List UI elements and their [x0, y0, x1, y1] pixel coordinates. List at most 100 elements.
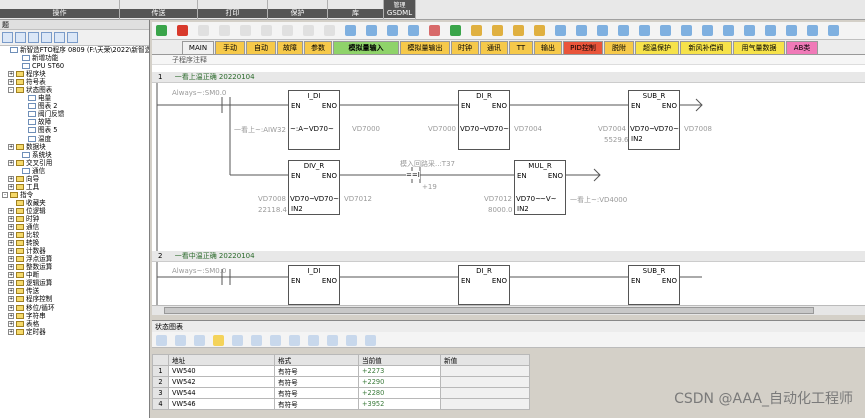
tree-item[interactable]: 故障 [0, 118, 149, 126]
tree-item[interactable]: + 定时器 [0, 328, 149, 336]
toolbar-button-icon[interactable] [219, 25, 230, 36]
tree-expander-icon[interactable]: + [8, 216, 14, 222]
ribbon-group-gsdml[interactable]: 管理 GSDML [384, 0, 416, 20]
tree-item[interactable]: + 位逻辑 [0, 207, 149, 215]
tree-item[interactable]: + 比较 [0, 231, 149, 239]
table-row[interactable]: 1 VW540 有符号 +2273 [152, 365, 530, 377]
instruction-box-sub-r[interactable]: SUB_R EN ENO IN2 [628, 90, 680, 150]
tree-item[interactable]: 新智造FTO程序 0809 (F:\天荣\2022\新智造\ [0, 46, 149, 54]
tree-expander-icon[interactable]: + [8, 272, 14, 279]
ribbon-group-print[interactable]: 打印 [198, 0, 268, 20]
toolbar-button-icon[interactable] [534, 25, 545, 36]
toolbar-button-icon[interactable] [660, 25, 671, 36]
tab-13[interactable]: 超温保护 [635, 41, 679, 54]
tab-4[interactable]: 参数 [304, 41, 332, 54]
tab-6[interactable]: 模拟量输出 [400, 41, 450, 54]
tree-expander-icon[interactable]: + [8, 328, 14, 335]
tree-expander-icon[interactable]: + [8, 232, 14, 239]
toolbar-button-icon[interactable] [198, 25, 209, 36]
tree-item[interactable]: 收藏夹 [0, 199, 149, 207]
toolbar-button-icon[interactable] [492, 25, 503, 36]
toolbar-button-icon[interactable] [807, 25, 818, 36]
tree-item[interactable]: 图表 5 [0, 126, 149, 134]
tree-item[interactable]: - 状态图表 [0, 86, 149, 94]
instruction-box-i-di[interactable]: I_DI EN ENO [288, 265, 340, 305]
tree-item[interactable]: + 程序块 [0, 70, 149, 78]
toolbar-button-icon[interactable] [303, 25, 314, 36]
tree-expander-icon[interactable]: + [8, 159, 14, 166]
tree-expander-icon[interactable]: + [8, 312, 14, 319]
toolbar-button-icon[interactable] [765, 25, 776, 36]
tree-expander-icon[interactable]: + [8, 224, 14, 231]
status-chart-tool-icon[interactable] [346, 335, 357, 346]
toolbar-button-icon[interactable] [429, 25, 440, 36]
tree-item[interactable]: 阀门反馈 [0, 110, 149, 118]
ribbon-group-protect[interactable]: 保护 [268, 0, 328, 20]
status-chart-tool-icon[interactable] [289, 335, 300, 346]
tree-item[interactable]: + 工具 [0, 183, 149, 191]
instruction-box-sub-r[interactable]: SUB_R EN ENO [628, 265, 680, 305]
toolbar-button-icon[interactable] [681, 25, 692, 36]
ribbon-group-library[interactable]: 库 [328, 0, 384, 20]
tree-item[interactable]: + 计数器 [0, 247, 149, 255]
tab-8[interactable]: 通讯 [480, 41, 508, 54]
tree-expander-icon[interactable]: + [8, 248, 14, 255]
network-header[interactable]: 1 一看上温正确 20220104 [152, 72, 865, 83]
table-row[interactable]: 4 VW546 有符号 +3952 [152, 398, 530, 410]
tree-item[interactable]: 系统块 [0, 151, 149, 159]
editor-horizontal-scrollbar[interactable] [152, 305, 865, 315]
status-chart-tool-icon[interactable] [270, 335, 281, 346]
tree-item[interactable]: + 表格 [0, 320, 149, 328]
tree-expander-icon[interactable]: + [8, 296, 14, 303]
toolbar-button-icon[interactable] [240, 25, 251, 36]
tree-item[interactable]: + 向导 [0, 175, 149, 183]
tab-2[interactable]: 自动 [246, 41, 276, 54]
scrollbar-thumb[interactable] [164, 307, 814, 314]
tab-3[interactable]: 故障 [277, 41, 303, 54]
tree-expander-icon[interactable]: - [8, 87, 14, 94]
tree-item[interactable]: 新增功能 [0, 54, 149, 62]
tree-expander-icon[interactable]: + [8, 79, 14, 86]
toolbar-button-icon[interactable] [345, 25, 356, 36]
instruction-box-div-r[interactable]: DIV_R EN ENO IN2 [288, 160, 340, 215]
tree-expander-icon[interactable]: - [2, 191, 8, 198]
tree-item[interactable]: + 逻辑运算 [0, 279, 149, 287]
toolbar-button-icon[interactable] [618, 25, 629, 36]
tab-5[interactable]: 模拟量输入 [333, 41, 399, 54]
toolbar-button-icon[interactable] [723, 25, 734, 36]
cell-new[interactable] [440, 376, 530, 388]
tree-tool-icon[interactable] [67, 32, 78, 43]
cell-new[interactable] [440, 387, 530, 399]
tree-item[interactable]: 通信 [0, 167, 149, 175]
status-chart-tool-icon[interactable] [365, 335, 376, 346]
toolbar-button-icon[interactable] [639, 25, 650, 36]
tree-item[interactable]: + 转换 [0, 239, 149, 247]
tree-item[interactable]: - 指令 [0, 191, 149, 199]
status-chart-tool-icon[interactable] [232, 335, 243, 346]
tree-tool-icon[interactable] [2, 32, 13, 43]
status-chart-tool-icon[interactable] [308, 335, 319, 346]
status-chart-tool-icon[interactable] [213, 335, 224, 346]
tree-item[interactable]: + 字符串 [0, 312, 149, 320]
toolbar-button-icon[interactable] [702, 25, 713, 36]
status-chart-tool-icon[interactable] [194, 335, 205, 346]
instruction-box-mul-r[interactable]: MUL_R EN ENO IN2 [514, 160, 566, 215]
toolbar-button-icon[interactable] [408, 25, 419, 36]
tab-0[interactable]: MAIN [182, 41, 214, 54]
toolbar-button-icon[interactable] [513, 25, 524, 36]
tree-item[interactable]: + 交叉引用 [0, 159, 149, 167]
tree-item[interactable]: + 整数运算 [0, 263, 149, 271]
status-chart-tool-icon[interactable] [156, 335, 167, 346]
table-row[interactable]: 2 VW542 有符号 +2290 [152, 376, 530, 388]
ribbon-group-transfer[interactable]: 传送 [120, 0, 198, 20]
tree-expander-icon[interactable]: + [8, 71, 14, 78]
tree-expander-icon[interactable]: + [8, 264, 14, 271]
subroutine-comment[interactable]: 子程序注释 [152, 55, 865, 65]
tree-tool-icon[interactable] [41, 32, 52, 43]
tab-11[interactable]: PID控制 [563, 41, 603, 54]
tree-expander-icon[interactable]: + [8, 256, 14, 263]
tree-tool-icon[interactable] [28, 32, 39, 43]
tree-item[interactable]: + 通信 [0, 223, 149, 231]
tree-expander-icon[interactable]: + [8, 207, 14, 214]
toolbar-button-icon[interactable] [177, 25, 188, 36]
